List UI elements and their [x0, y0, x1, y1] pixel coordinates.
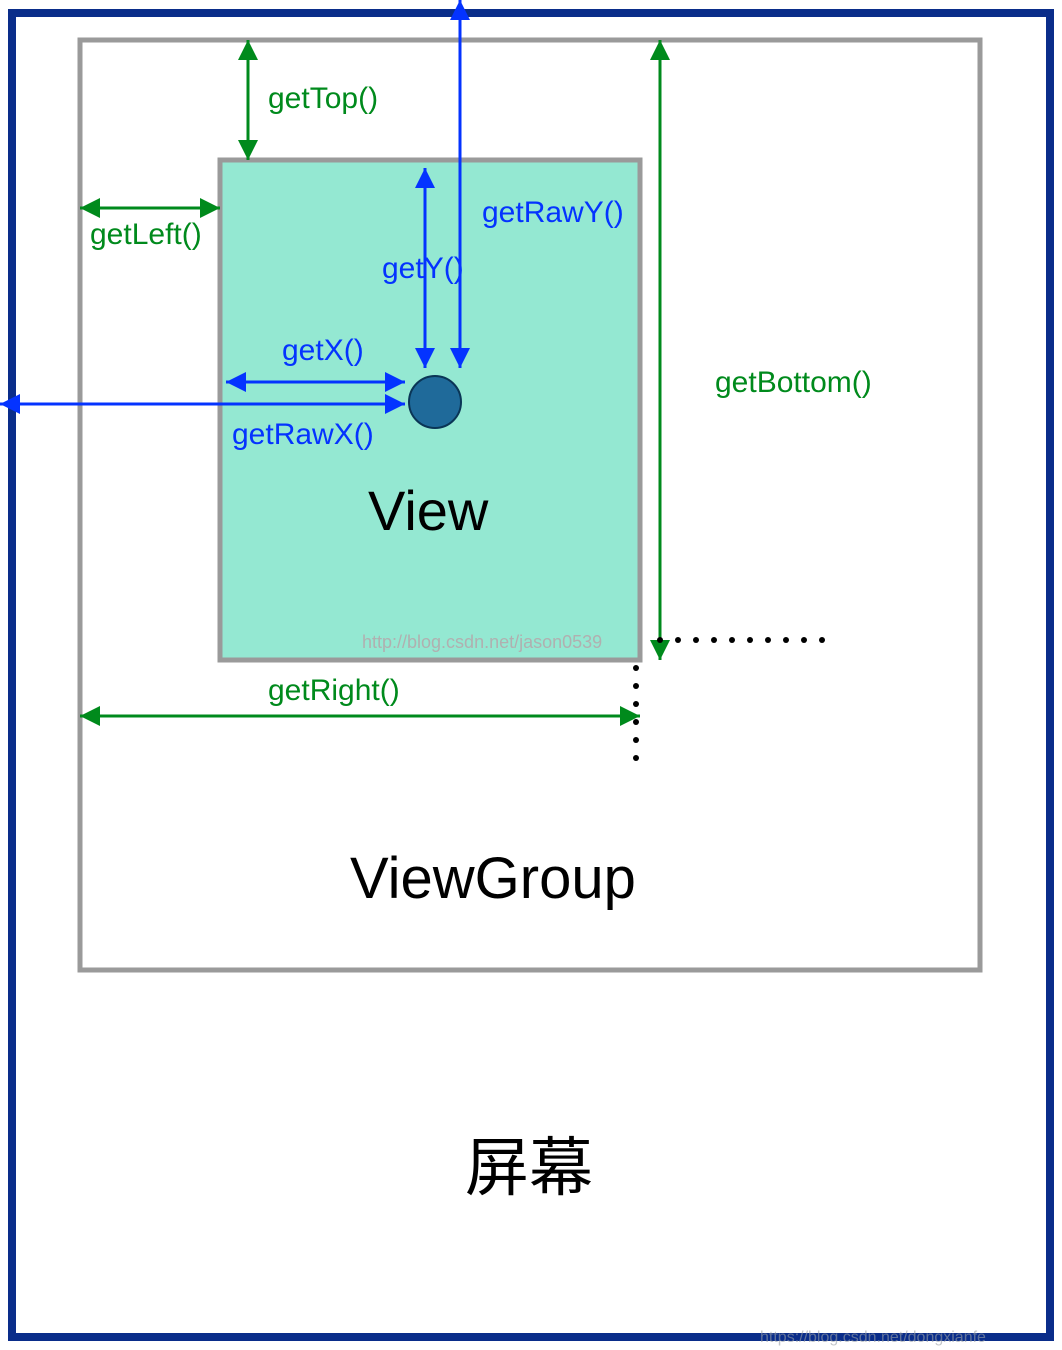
label-gety: getY() [382, 252, 464, 285]
touch-point-icon [409, 376, 461, 428]
label-getleft: getLeft() [90, 218, 202, 251]
label-getrawx: getRawX() [232, 418, 374, 451]
watermark-inner: http://blog.csdn.net/jason0539 [362, 632, 602, 652]
watermark-outer: https://blog.csdn.net/dongxianfe [760, 1329, 986, 1346]
label-gettop: getTop() [268, 82, 378, 115]
label-getright: getRight() [268, 674, 400, 707]
label-screen: 屏幕 [465, 1132, 593, 1204]
dots-vertical [633, 665, 639, 761]
label-getbottom: getBottom() [715, 366, 872, 399]
label-getx: getX() [282, 334, 364, 367]
coordinate-diagram: getTop() getLeft() getBottom() getRight(… [0, 0, 1062, 1350]
label-getrawy: getRawY() [482, 196, 624, 229]
label-viewgroup: ViewGroup [350, 846, 636, 911]
label-view: View [368, 479, 489, 542]
dots-horizontal [657, 637, 825, 643]
